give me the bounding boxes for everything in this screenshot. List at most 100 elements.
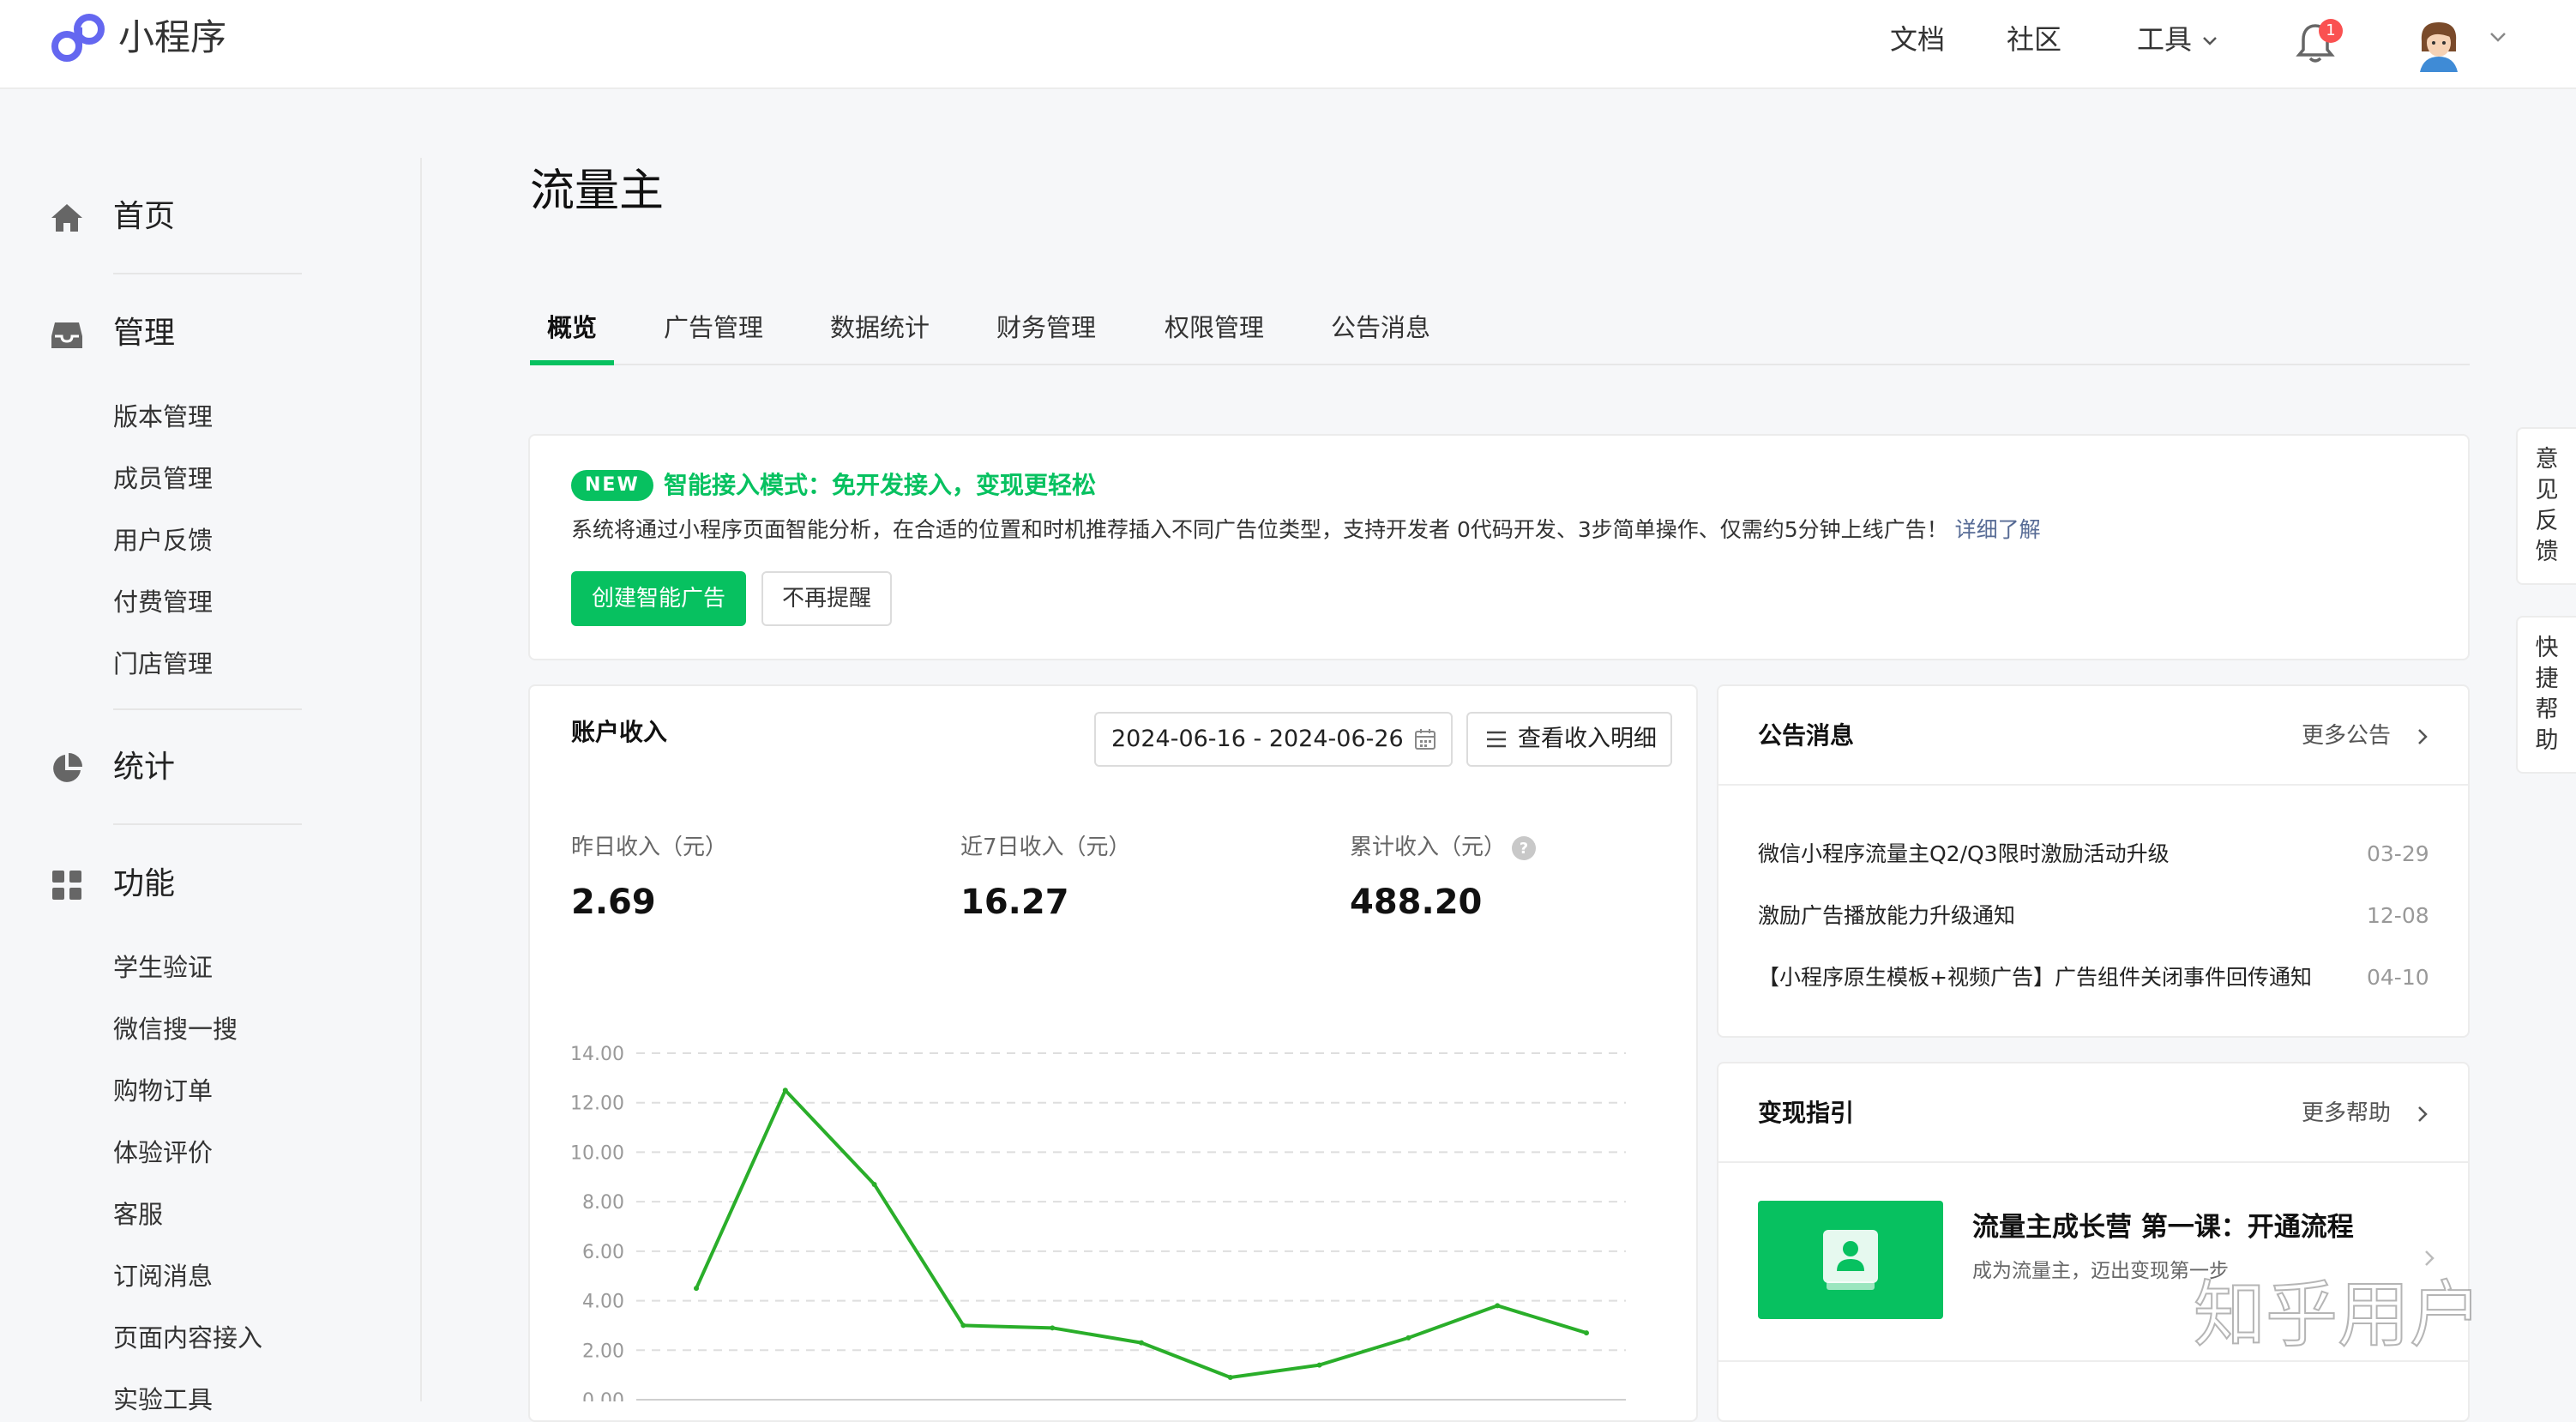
feedback-char: 反	[2535, 508, 2559, 534]
create-smart-ad-button[interactable]: 创建智能广告	[571, 571, 746, 626]
help-char: 助	[2535, 727, 2559, 754]
sidebar-item-customer-service[interactable]: 客服	[113, 1197, 163, 1232]
y-tick-label: 4.00	[582, 1292, 624, 1313]
sidebar-group-label: 管理	[113, 316, 176, 351]
y-tick-label: 14.00	[570, 1044, 624, 1065]
monetization-guide-card: 变现指引 更多帮助 流量主成长营 第一课：开通流程 成为流量主，迈出变现第一步	[1717, 1062, 2470, 1422]
user-card-icon	[1823, 1230, 1878, 1290]
income-data-point[interactable]	[1584, 1330, 1589, 1336]
y-tick-label: 8.00	[582, 1192, 624, 1214]
sidebar-group-label: 首页	[113, 199, 176, 234]
sidebar-item-payment[interactable]: 付费管理	[113, 585, 213, 619]
guide-thumbnail[interactable]	[1758, 1201, 1943, 1319]
announcements-title: 公告消息	[1758, 721, 1855, 750]
sidebar-item-subscribe-message[interactable]: 订阅消息	[113, 1259, 213, 1293]
notice-date: 04-10	[2367, 965, 2429, 990]
new-badge: NEW	[571, 470, 653, 501]
help-char: 捷	[2535, 666, 2559, 692]
sidebar-divider	[113, 708, 302, 710]
sidebar-divider	[113, 823, 302, 825]
mini-program-logo-icon[interactable]	[50, 12, 106, 63]
nav-docs[interactable]: 文档	[1890, 19, 1945, 60]
help-char: 快	[2535, 635, 2559, 661]
guide-card-title: 变现指引	[1758, 1099, 1855, 1127]
sidebar-item-orders[interactable]: 购物订单	[113, 1074, 213, 1108]
income-series-line	[695, 1088, 1587, 1380]
feedback-char: 见	[2535, 477, 2559, 503]
sidebar-group-label: 功能	[113, 866, 176, 901]
banner-description: 系统将通过小程序页面智能分析，在合适的位置和时机推荐插入不同广告位类型，支持开发…	[571, 513, 2041, 547]
y-tick-label: 6.00	[582, 1242, 624, 1263]
smart-ad-banner: NEW 智能接入模式：免开发接入，变现更轻松 系统将通过小程序页面智能分析，在合…	[528, 434, 2470, 660]
brand-name[interactable]: 小程序	[118, 12, 226, 63]
sidebar-item-feedback[interactable]: 用户反馈	[113, 523, 213, 557]
more-help-link[interactable]: 更多帮助	[2302, 1096, 2391, 1130]
sidebar-item-experiment[interactable]: 实验工具	[113, 1383, 213, 1417]
home-icon	[51, 204, 82, 232]
tab-data-stats[interactable]: 数据统计	[830, 309, 930, 346]
sidebar-item-wechat-search[interactable]: 微信搜一搜	[113, 1012, 238, 1046]
income-data-point[interactable]	[1139, 1340, 1144, 1346]
sidebar-item-reviews[interactable]: 体验评价	[113, 1136, 213, 1170]
sidebar-item-page-content[interactable]: 页面内容接入	[113, 1321, 262, 1355]
income-data-point[interactable]	[1405, 1335, 1411, 1341]
feedback-float-tab[interactable]: 意 见 反 馈	[2516, 427, 2576, 585]
y-tick-label: 10.00	[570, 1142, 624, 1164]
tab-announcements[interactable]: 公告消息	[1331, 309, 1430, 346]
tab-divider	[530, 364, 2470, 365]
user-avatar[interactable]	[2411, 17, 2466, 72]
banner-title: 智能接入模式：免开发接入，变现更轻松	[664, 471, 1097, 499]
learn-more-link[interactable]: 详细了解	[1955, 517, 2041, 542]
nav-tools[interactable]: 工具	[2137, 19, 2219, 60]
tab-overview[interactable]: 概览	[547, 309, 597, 346]
income-data-point[interactable]	[960, 1323, 966, 1329]
sidebar-item-student-verify[interactable]: 学生验证	[113, 950, 213, 985]
inbox-icon	[51, 322, 82, 348]
tab-ad-management[interactable]: 广告管理	[664, 309, 763, 346]
page-title: 流量主	[530, 166, 665, 217]
sidebar-divider	[113, 273, 302, 274]
help-char: 帮	[2535, 696, 2559, 723]
chevron-right-icon[interactable]	[2413, 1105, 2432, 1124]
tab-finance[interactable]: 财务管理	[996, 309, 1096, 346]
notice-date: 12-08	[2367, 903, 2429, 928]
income-data-point[interactable]	[1227, 1375, 1233, 1381]
income-data-point[interactable]	[1050, 1325, 1056, 1331]
tab-permissions[interactable]: 权限管理	[1165, 309, 1264, 346]
pie-chart-icon	[53, 753, 82, 782]
chevron-right-icon[interactable]	[2420, 1249, 2439, 1268]
notification-badge: 1	[2319, 19, 2343, 43]
sidebar-item-stores[interactable]: 门店管理	[113, 647, 213, 681]
income-data-point[interactable]	[871, 1181, 877, 1187]
income-data-point[interactable]	[782, 1088, 788, 1094]
top-bar: 小程序 文档 社区 工具 1	[0, 0, 2576, 89]
sidebar-item-version[interactable]: 版本管理	[113, 400, 213, 434]
sidebar-group-label: 统计	[113, 750, 176, 785]
dismiss-reminder-button[interactable]: 不再提醒	[761, 571, 892, 626]
more-announcements-link[interactable]: 更多公告	[2302, 719, 2391, 753]
grid-icon	[52, 871, 81, 900]
income-data-point[interactable]	[694, 1286, 699, 1292]
nav-community[interactable]: 社区	[2007, 19, 2061, 60]
sidebar-border	[420, 158, 422, 1401]
notice-date: 03-29	[2367, 841, 2429, 866]
announcements-card: 公告消息 更多公告 微信小程序流量主Q2/Q3限时激励活动升级 03-29 激励…	[1717, 684, 2470, 1038]
banner-description-text: 系统将通过小程序页面智能分析，在合适的位置和时机推荐插入不同广告位类型，支持开发…	[571, 517, 1948, 542]
card-header-divider	[1718, 784, 2468, 786]
quick-help-float-tab[interactable]: 快 捷 帮 助	[2516, 616, 2576, 774]
feedback-char: 馈	[2535, 539, 2559, 565]
income-data-point[interactable]	[1316, 1362, 1322, 1368]
notice-title[interactable]: 微信小程序流量主Q2/Q3限时激励活动升级	[1758, 837, 2170, 871]
chevron-right-icon[interactable]	[2413, 727, 2432, 746]
notice-title[interactable]: 【小程序原生模板+视频广告】广告组件关闭事件回传通知	[1758, 961, 2312, 995]
chevron-down-icon[interactable]	[2487, 26, 2509, 48]
card-header-divider	[1718, 1161, 2468, 1163]
guide-item-title[interactable]: 流量主成长营 第一课：开通流程	[1972, 1208, 2354, 1247]
y-tick-label: 12.00	[570, 1094, 624, 1115]
sidebar-item-members[interactable]: 成员管理	[113, 461, 213, 496]
chevron-down-icon	[2203, 37, 2218, 45]
notice-title[interactable]: 激励广告播放能力升级通知	[1758, 899, 2015, 933]
active-tab-indicator	[530, 360, 614, 365]
income-data-point[interactable]	[1495, 1303, 1501, 1309]
y-tick-label: 0.00	[582, 1390, 624, 1401]
